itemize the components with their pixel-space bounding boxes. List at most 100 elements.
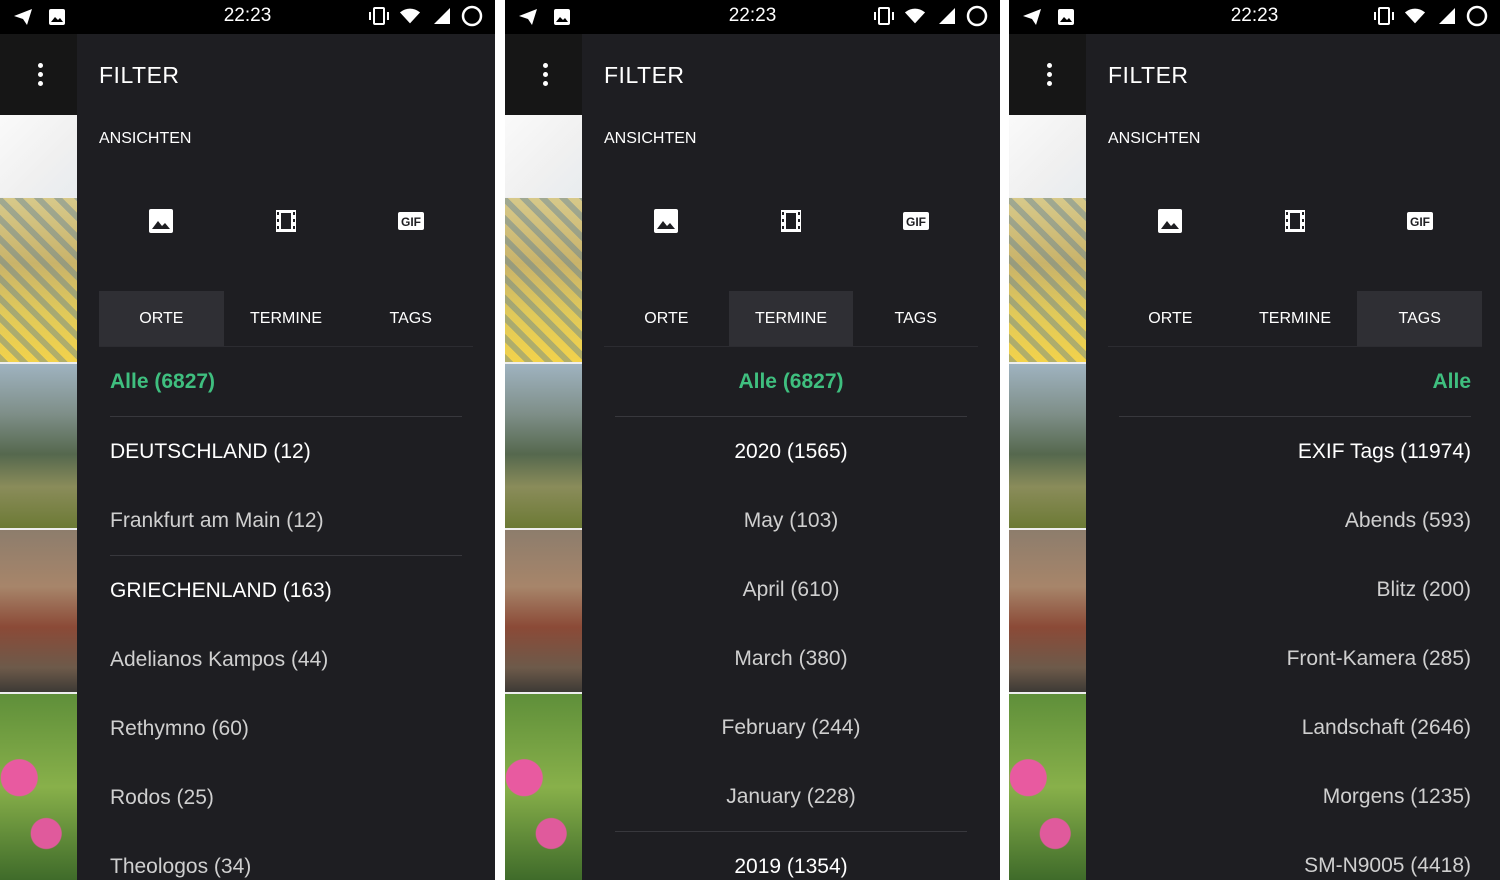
list-item[interactable]: Morgens (1235) <box>1108 762 1482 831</box>
section-label-views: ANSICHTEN <box>604 130 697 147</box>
signal-icon <box>430 5 452 27</box>
film-icon <box>781 210 801 232</box>
tab-tags[interactable]: TAGS <box>348 291 473 346</box>
filter-tabs: ORTE TERMINE TAGS <box>99 291 473 347</box>
list-item[interactable]: Frankfurt am Main (12) <box>99 486 473 555</box>
drawer-title: FILTER <box>99 62 180 88</box>
film-icon <box>276 210 296 232</box>
list-item[interactable]: Rethymno (60) <box>99 694 473 763</box>
overflow-menu-icon[interactable] <box>543 63 549 90</box>
tab-termine[interactable]: TERMINE <box>728 291 854 346</box>
list-item[interactable]: Blitz (200) <box>1108 555 1482 624</box>
list-item[interactable]: January (228) <box>604 762 978 831</box>
photo-thumbnail[interactable] <box>505 530 582 692</box>
gif-label: GIF <box>906 215 926 229</box>
list-item[interactable]: Theologos (34) <box>99 832 473 880</box>
video-filter-button[interactable] <box>224 206 349 236</box>
list-item[interactable]: Adelianos Kampos (44) <box>99 625 473 694</box>
photo-thumbnail[interactable] <box>0 115 77 197</box>
list-item[interactable]: May (103) <box>604 486 978 555</box>
section-label-views: ANSICHTEN <box>99 130 192 147</box>
film-icon <box>1285 210 1305 232</box>
image-filter-button[interactable] <box>99 206 224 236</box>
media-type-row: GIF <box>1108 206 1482 236</box>
photo-thumbnail[interactable] <box>1009 115 1086 197</box>
vibrate-icon <box>368 5 390 27</box>
list-item[interactable]: Rodos (25) <box>99 763 473 832</box>
list-item[interactable]: 2020 (1565) <box>604 417 978 486</box>
filter-drawer: FILTER ANSICHTEN GIF ORTE TERMINE TAGS A… <box>1086 34 1500 880</box>
image-filter-button[interactable] <box>1108 206 1233 236</box>
filter-list: Alle (6827) DEUTSCHLAND (12) Frankfurt a… <box>99 347 473 880</box>
battery-icon <box>1466 5 1488 27</box>
list-item[interactable]: DEUTSCHLAND (12) <box>99 417 473 486</box>
media-type-row: GIF <box>99 206 473 236</box>
image-icon <box>1158 209 1183 233</box>
screen-tags: 22:23 FILTER ANSICHTEN GIF ORTE TERMINE … <box>1009 0 1500 880</box>
list-item[interactable]: March (380) <box>604 624 978 693</box>
tab-tags[interactable]: TAGS <box>1357 291 1483 346</box>
gif-filter-button[interactable]: GIF <box>853 206 978 236</box>
gallery-toolbar <box>0 34 77 115</box>
list-item[interactable]: Landschaft (2646) <box>1108 693 1482 762</box>
list-item[interactable]: Front-Kamera (285) <box>1108 624 1482 693</box>
photo-thumbnail[interactable] <box>505 694 582 880</box>
photo-thumbnail[interactable] <box>0 198 77 362</box>
list-item[interactable]: Alle (6827) <box>99 347 473 416</box>
screen-orte: 22:23 FILTER ANSICHTEN GIF ORTE TERMINE … <box>0 0 495 880</box>
overflow-menu-icon[interactable] <box>1047 63 1053 90</box>
tab-orte[interactable]: ORTE <box>604 291 729 346</box>
list-item[interactable]: EXIF Tags (11974) <box>1108 417 1482 486</box>
photo-thumbnail[interactable] <box>505 364 582 528</box>
gif-filter-button[interactable]: GIF <box>348 206 473 236</box>
video-filter-button[interactable] <box>729 206 854 236</box>
tab-orte[interactable]: ORTE <box>1108 291 1233 346</box>
drawer-title: FILTER <box>604 62 685 88</box>
section-label-views: ANSICHTEN <box>1108 130 1201 147</box>
background-gallery <box>505 34 582 880</box>
photo-thumbnail[interactable] <box>1009 198 1086 362</box>
filter-drawer: FILTER ANSICHTEN GIF ORTE TERMINE TAGS A… <box>582 34 1000 880</box>
photo-thumbnail[interactable] <box>505 198 582 362</box>
photo-thumbnail[interactable] <box>0 530 77 692</box>
signal-icon <box>935 5 957 27</box>
photo-thumbnail[interactable] <box>0 694 77 880</box>
photo-thumbnail[interactable] <box>505 115 582 197</box>
gif-label: GIF <box>1410 215 1430 229</box>
tab-termine[interactable]: TERMINE <box>1233 291 1358 346</box>
wifi-icon <box>399 5 421 27</box>
tab-termine[interactable]: TERMINE <box>224 291 349 346</box>
list-item[interactable]: GRIECHENLAND (163) <box>99 556 473 625</box>
photo-thumbnail[interactable] <box>1009 694 1086 880</box>
image-filter-button[interactable] <box>604 206 729 236</box>
gallery-toolbar <box>1009 34 1086 115</box>
status-bar: 22:23 <box>0 0 495 34</box>
image-icon <box>654 209 679 233</box>
photo-thumbnail[interactable] <box>0 364 77 528</box>
filter-list: Alle EXIF Tags (11974) Abends (593) Blit… <box>1108 347 1482 880</box>
gif-label: GIF <box>401 215 421 229</box>
overflow-menu-icon[interactable] <box>38 63 44 90</box>
filter-drawer: FILTER ANSICHTEN GIF ORTE TERMINE TAGS A… <box>77 34 495 880</box>
photo-thumbnail[interactable] <box>1009 530 1086 692</box>
battery-icon <box>966 5 988 27</box>
background-gallery <box>1009 34 1086 880</box>
tab-orte[interactable]: ORTE <box>99 291 224 346</box>
list-item[interactable]: April (610) <box>604 555 978 624</box>
gif-icon: GIF <box>1406 212 1433 230</box>
list-item[interactable]: 2019 (1354) <box>604 832 978 880</box>
list-item[interactable]: SM-N9005 (4418) <box>1108 831 1482 880</box>
photo-thumbnail[interactable] <box>1009 364 1086 528</box>
filter-list: Alle (6827) 2020 (1565) May (103) April … <box>604 347 978 880</box>
list-item[interactable]: Alle (6827) <box>604 347 978 416</box>
tab-tags[interactable]: TAGS <box>853 291 978 346</box>
vibrate-icon <box>1373 5 1395 27</box>
list-item[interactable]: February (244) <box>604 693 978 762</box>
drawer-title: FILTER <box>1108 62 1189 88</box>
list-item[interactable]: Abends (593) <box>1108 486 1482 555</box>
gif-filter-button[interactable]: GIF <box>1357 206 1482 236</box>
list-item[interactable]: Alle <box>1108 347 1482 416</box>
signal-icon <box>1435 5 1457 27</box>
vibrate-icon <box>873 5 895 27</box>
video-filter-button[interactable] <box>1233 206 1358 236</box>
